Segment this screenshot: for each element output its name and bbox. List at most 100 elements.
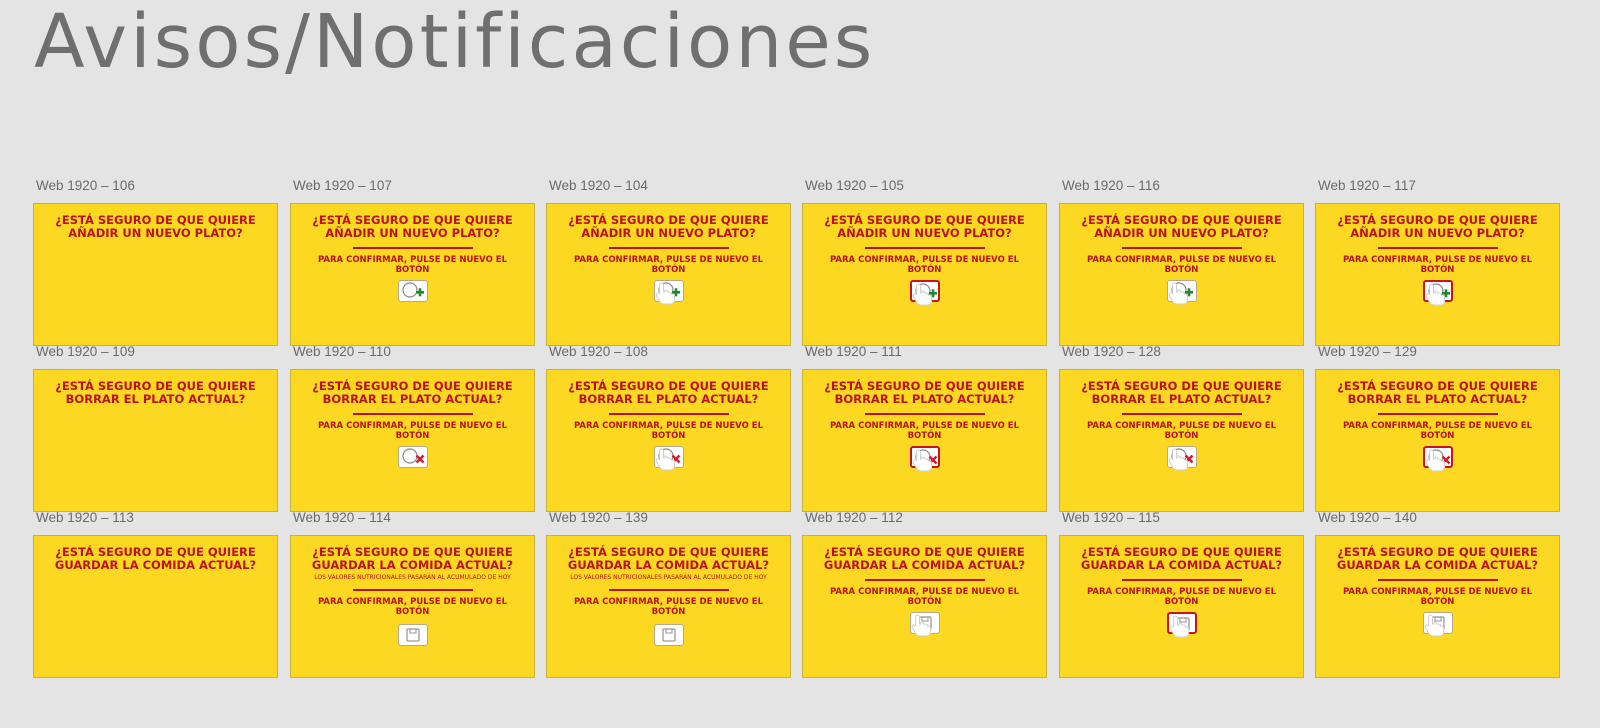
confirm-instruction: PARA CONFIRMAR, PULSE DE NUEVO EL BOTÓN bbox=[829, 586, 1020, 607]
artboard-label[interactable]: Web 1920 – 107 bbox=[293, 178, 392, 193]
notification-artboard[interactable]: ¿ESTÁ SEGURO DE QUE QUIERE BORRAR EL PLA… bbox=[1315, 369, 1560, 512]
action-button[interactable] bbox=[909, 445, 940, 471]
confirmation-question: ¿ESTÁ SEGURO DE QUE QUIERE GUARDAR LA CO… bbox=[1080, 545, 1283, 572]
confirmation-question: ¿ESTÁ SEGURO DE QUE QUIERE AÑADIR UN NUE… bbox=[1081, 213, 1282, 240]
artboard-label[interactable]: Web 1920 – 117 bbox=[1318, 178, 1416, 193]
notification-artboard[interactable]: ¿ESTÁ SEGURO DE QUE QUIERE GUARDAR LA CO… bbox=[1315, 535, 1560, 678]
nutrition-note: LOS VALORES NUTRICIONALES PASARÁN AL ACU… bbox=[570, 574, 767, 581]
notification-artboard[interactable]: ¿ESTÁ SEGURO DE QUE QUIERE BORRAR EL PLA… bbox=[290, 369, 535, 512]
pointer-hand-icon bbox=[1168, 447, 1188, 470]
action-button[interactable] bbox=[1166, 279, 1197, 304]
artboard-label[interactable]: Web 1920 – 111 bbox=[805, 344, 902, 359]
divider bbox=[1377, 579, 1498, 581]
action-button[interactable] bbox=[1166, 445, 1197, 470]
artboard-frame: Web 1920 – 139 ¿ESTÁ SEGURO DE QUE QUIERE… bbox=[546, 510, 793, 680]
divider bbox=[1121, 413, 1242, 415]
artboard-label[interactable]: Web 1920 – 109 bbox=[36, 344, 135, 359]
confirmation-question: ¿ESTÁ SEGURO DE QUE QUIERE GUARDAR LA CO… bbox=[311, 545, 514, 572]
pointer-hand-icon bbox=[1425, 448, 1445, 471]
artboard-label[interactable]: Web 1920 – 116 bbox=[1062, 178, 1160, 193]
add-plate-icon bbox=[401, 281, 424, 298]
notification-artboard[interactable]: ¿ESTÁ SEGURO DE QUE QUIERE GUARDAR LA CO… bbox=[802, 535, 1047, 678]
notification-artboard[interactable]: ¿ESTÁ SEGURO DE QUE QUIERE AÑADIR UN NUE… bbox=[1315, 203, 1560, 346]
action-button[interactable] bbox=[909, 279, 940, 305]
notification-artboard[interactable]: ¿ESTÁ SEGURO DE QUE QUIERE AÑADIR UN NUE… bbox=[546, 203, 791, 346]
pointer-hand-icon bbox=[1168, 281, 1188, 304]
confirm-instruction: PARA CONFIRMAR, PULSE DE NUEVO EL BOTÓN bbox=[317, 254, 508, 275]
artboard-frame: Web 1920 – 116 ¿ESTÁ SEGURO DE QUE QUIERE… bbox=[1059, 178, 1306, 348]
notification-artboard[interactable]: ¿ESTÁ SEGURO DE QUE QUIERE BORRAR EL PLA… bbox=[33, 369, 278, 512]
notification-artboard[interactable]: ¿ESTÁ SEGURO DE QUE QUIERE GUARDAR LA CO… bbox=[1059, 535, 1304, 678]
action-button[interactable] bbox=[1422, 445, 1453, 471]
action-button[interactable] bbox=[1422, 279, 1453, 305]
nutrition-note: LOS VALORES NUTRICIONALES PASARÁN AL ACU… bbox=[314, 574, 511, 581]
pointer-hand-icon bbox=[655, 281, 675, 304]
artboard-frame: Web 1920 – 108 ¿ESTÁ SEGURO DE QUE QUIERE… bbox=[546, 344, 793, 514]
action-button[interactable] bbox=[397, 279, 428, 302]
artboard-label[interactable]: Web 1920 – 112 bbox=[805, 510, 903, 525]
confirmation-question: ¿ESTÁ SEGURO DE QUE QUIERE AÑADIR UN NUE… bbox=[568, 213, 769, 240]
confirmation-question: ¿ESTÁ SEGURO DE QUE QUIERE BORRAR EL PLA… bbox=[568, 379, 769, 406]
confirmation-question: ¿ESTÁ SEGURO DE QUE QUIERE AÑADIR UN NUE… bbox=[312, 213, 513, 240]
pointer-hand-icon bbox=[655, 447, 675, 470]
divider bbox=[608, 589, 729, 591]
artboard-frame: Web 1920 – 128 ¿ESTÁ SEGURO DE QUE QUIERE… bbox=[1059, 344, 1306, 514]
artboard-frame: Web 1920 – 129 ¿ESTÁ SEGURO DE QUE QUIERE… bbox=[1315, 344, 1562, 514]
action-button[interactable] bbox=[653, 279, 684, 304]
artboard-label[interactable]: Web 1920 – 113 bbox=[36, 510, 134, 525]
divider bbox=[608, 247, 729, 249]
action-button[interactable] bbox=[653, 445, 684, 470]
artboard-label[interactable]: Web 1920 – 104 bbox=[549, 178, 648, 193]
action-button[interactable] bbox=[1166, 611, 1197, 637]
confirmation-question: ¿ESTÁ SEGURO DE QUE QUIERE BORRAR EL PLA… bbox=[55, 379, 256, 406]
action-button[interactable] bbox=[1422, 611, 1453, 636]
action-button[interactable] bbox=[653, 623, 684, 646]
artboard-label[interactable]: Web 1920 – 129 bbox=[1318, 344, 1417, 359]
artboard-label[interactable]: Web 1920 – 140 bbox=[1318, 510, 1417, 525]
artboard-frame: Web 1920 – 109 ¿ESTÁ SEGURO DE QUE QUIERE… bbox=[33, 344, 280, 514]
action-button[interactable] bbox=[909, 611, 940, 636]
pointer-hand-icon bbox=[911, 613, 931, 636]
notification-artboard[interactable]: ¿ESTÁ SEGURO DE QUE QUIERE BORRAR EL PLA… bbox=[802, 369, 1047, 512]
artboard-frame: Web 1920 – 105 ¿ESTÁ SEGURO DE QUE QUIERE… bbox=[802, 178, 1049, 348]
confirm-instruction: PARA CONFIRMAR, PULSE DE NUEVO EL BOTÓN bbox=[573, 420, 764, 441]
confirmation-question: ¿ESTÁ SEGURO DE QUE QUIERE GUARDAR LA CO… bbox=[54, 545, 257, 572]
artboard-label[interactable]: Web 1920 – 106 bbox=[36, 178, 135, 193]
notification-artboard[interactable]: ¿ESTÁ SEGURO DE QUE QUIERE AÑADIR UN NUE… bbox=[290, 203, 535, 346]
save-icon bbox=[661, 627, 676, 642]
delete-plate-icon bbox=[401, 447, 424, 464]
notification-artboard[interactable]: ¿ESTÁ SEGURO DE QUE QUIERE AÑADIR UN NUE… bbox=[802, 203, 1047, 346]
notification-artboard[interactable]: ¿ESTÁ SEGURO DE QUE QUIERE AÑADIR UN NUE… bbox=[1059, 203, 1304, 346]
divider bbox=[1121, 247, 1242, 249]
artboard-label[interactable]: Web 1920 – 114 bbox=[293, 510, 391, 525]
confirm-instruction: PARA CONFIRMAR, PULSE DE NUEVO EL BOTÓN bbox=[1086, 586, 1277, 607]
artboard-label[interactable]: Web 1920 – 115 bbox=[1062, 510, 1160, 525]
action-button[interactable] bbox=[397, 445, 428, 468]
divider bbox=[1377, 413, 1498, 415]
pointer-hand-icon bbox=[1169, 614, 1189, 637]
notification-artboard[interactable]: ¿ESTÁ SEGURO DE QUE QUIERE AÑADIR UN NUE… bbox=[33, 203, 278, 346]
artboard-label[interactable]: Web 1920 – 108 bbox=[549, 344, 648, 359]
artboard-frame: Web 1920 – 114 ¿ESTÁ SEGURO DE QUE QUIERE… bbox=[290, 510, 537, 680]
action-button[interactable] bbox=[397, 623, 428, 646]
page-title: Avisos/Notificaciones bbox=[34, 0, 876, 85]
pointer-hand-icon bbox=[1424, 613, 1444, 636]
artboard-label[interactable]: Web 1920 – 139 bbox=[549, 510, 648, 525]
confirm-instruction: PARA CONFIRMAR, PULSE DE NUEVO EL BOTÓN bbox=[1086, 420, 1277, 441]
confirmation-question: ¿ESTÁ SEGURO DE QUE QUIERE BORRAR EL PLA… bbox=[824, 379, 1025, 406]
confirm-instruction: PARA CONFIRMAR, PULSE DE NUEVO EL BOTÓN bbox=[1342, 420, 1533, 441]
notification-artboard[interactable]: ¿ESTÁ SEGURO DE QUE QUIERE GUARDAR LA CO… bbox=[33, 535, 278, 678]
confirm-instruction: PARA CONFIRMAR, PULSE DE NUEVO EL BOTÓN bbox=[573, 596, 764, 617]
notification-artboard[interactable]: ¿ESTÁ SEGURO DE QUE QUIERE BORRAR EL PLA… bbox=[1059, 369, 1304, 512]
save-icon bbox=[405, 627, 420, 642]
artboard-grid: Web 1920 – 106 ¿ESTÁ SEGURO DE QUE QUIERE… bbox=[33, 178, 1600, 698]
notification-artboard[interactable]: ¿ESTÁ SEGURO DE QUE QUIERE GUARDAR LA CO… bbox=[290, 535, 535, 678]
artboard-frame: Web 1920 – 117 ¿ESTÁ SEGURO DE QUE QUIERE… bbox=[1315, 178, 1562, 348]
confirm-instruction: PARA CONFIRMAR, PULSE DE NUEVO EL BOTÓN bbox=[1342, 254, 1533, 275]
artboard-label[interactable]: Web 1920 – 110 bbox=[293, 344, 391, 359]
artboard-label[interactable]: Web 1920 – 128 bbox=[1062, 344, 1161, 359]
artboard-frame: Web 1920 – 140 ¿ESTÁ SEGURO DE QUE QUIERE… bbox=[1315, 510, 1562, 680]
artboard-label[interactable]: Web 1920 – 105 bbox=[805, 178, 904, 193]
notification-artboard[interactable]: ¿ESTÁ SEGURO DE QUE QUIERE GUARDAR LA CO… bbox=[546, 535, 791, 678]
notification-artboard[interactable]: ¿ESTÁ SEGURO DE QUE QUIERE BORRAR EL PLA… bbox=[546, 369, 791, 512]
